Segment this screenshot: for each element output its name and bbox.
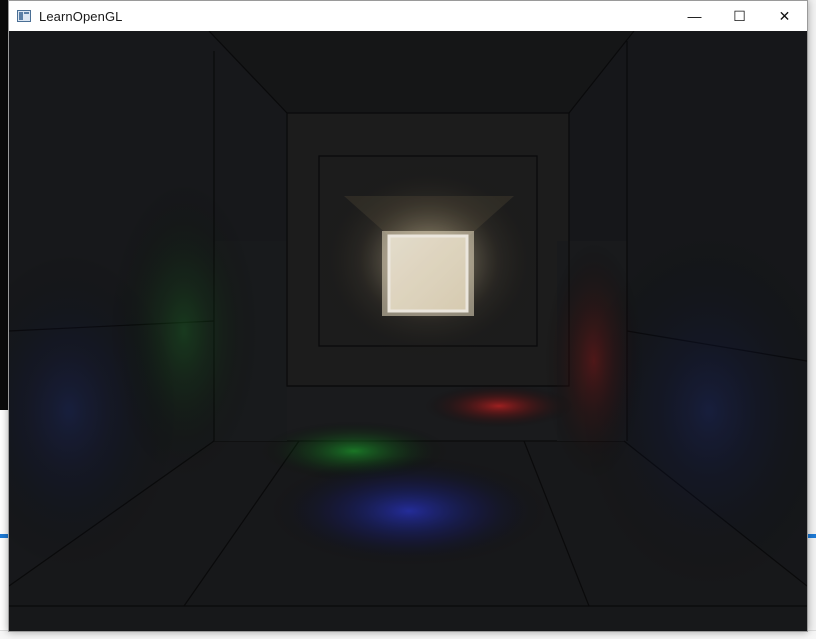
vignette <box>9 31 807 631</box>
background-accent-line <box>808 534 816 538</box>
scene-canvas <box>9 31 807 631</box>
maximize-button[interactable]: ☐ <box>717 1 762 31</box>
app-window[interactable]: LearnOpenGL — ☐ ✕ <box>8 0 808 632</box>
window-title: LearnOpenGL <box>39 8 123 24</box>
minimize-button[interactable]: — <box>672 1 717 31</box>
render-viewport[interactable] <box>9 31 807 631</box>
close-icon: ✕ <box>778 7 791 24</box>
close-button[interactable]: ✕ <box>762 1 807 31</box>
background-app-strip <box>808 0 816 639</box>
title-bar[interactable]: LearnOpenGL — ☐ ✕ <box>9 1 807 31</box>
maximize-icon: ☐ <box>733 7 746 24</box>
window-controls: — ☐ ✕ <box>672 1 807 31</box>
minimize-icon: — <box>687 8 702 24</box>
opengl-window-icon[interactable] <box>17 10 31 22</box>
